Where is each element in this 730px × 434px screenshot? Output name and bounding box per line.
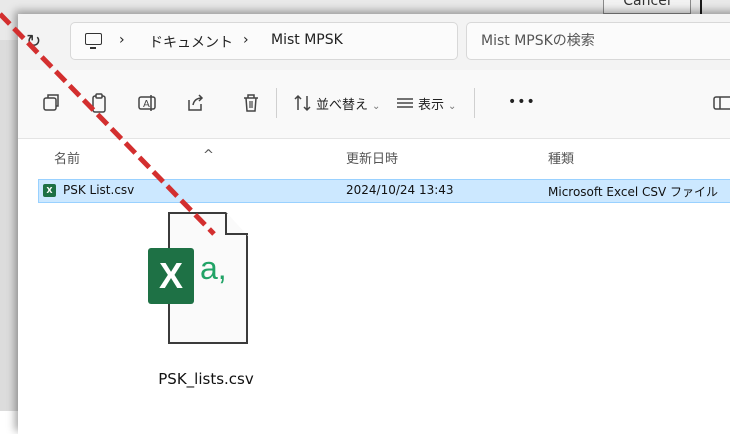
chevron-down-icon: ⌄ xyxy=(372,101,381,112)
address-row: ↻ › ドキュメント › Mist MPSK xyxy=(18,14,730,70)
details-pane-icon[interactable] xyxy=(712,92,730,114)
paste-icon[interactable] xyxy=(88,92,110,114)
address-bar[interactable]: › ドキュメント › Mist MPSK xyxy=(70,22,458,60)
column-header-type[interactable]: 種類 xyxy=(548,148,574,167)
excel-csv-icon: X xyxy=(43,184,56,197)
breadcrumb-documents[interactable]: ドキュメント xyxy=(149,32,233,52)
view-icon[interactable] xyxy=(394,92,416,114)
more-options-button[interactable]: ••• xyxy=(508,94,536,110)
delete-icon[interactable] xyxy=(240,92,262,114)
column-header-row: 名前 ^ 更新日時 種類 xyxy=(18,138,730,174)
view-button[interactable]: 表示 ⌄ xyxy=(418,94,456,113)
file-modified: 2024/10/24 13:43 xyxy=(346,183,454,197)
dragged-file-label[interactable]: PSK_lists.csv xyxy=(136,370,276,388)
breadcrumb-separator-icon: › xyxy=(243,32,249,48)
cancel-button[interactable]: Cancel xyxy=(603,0,691,14)
breadcrumb-separator-icon: › xyxy=(119,32,125,48)
column-header-name[interactable]: 名前 xyxy=(54,148,80,167)
toolbar-divider xyxy=(276,88,277,118)
dragged-csv-file[interactable]: X a, xyxy=(148,210,258,350)
file-row-selected[interactable]: X PSK List.csv 2024/10/24 13:43 Microsof… xyxy=(38,179,730,203)
toolbar-divider xyxy=(474,88,475,118)
sort-label: 並べ替え xyxy=(316,98,369,113)
refresh-icon[interactable]: ↻ xyxy=(26,30,50,54)
rename-icon[interactable]: A xyxy=(136,92,158,114)
sort-caret-icon: ^ xyxy=(203,148,214,163)
search-box[interactable] xyxy=(466,22,730,60)
share-icon[interactable] xyxy=(184,92,206,114)
column-header-modified[interactable]: 更新日時 xyxy=(346,148,398,167)
sort-button[interactable]: 並べ替え ⌄ xyxy=(316,94,380,113)
sort-icon[interactable] xyxy=(292,92,314,114)
search-input[interactable] xyxy=(479,32,723,50)
command-bar: A 並べ替え ⌄ 表示 ⌄ ••• xyxy=(18,70,730,139)
cut-icon[interactable] xyxy=(40,92,62,114)
csv-glyph: a, xyxy=(200,250,227,286)
this-pc-icon[interactable] xyxy=(85,33,102,49)
file-explorer-window: ↻ › ドキュメント › Mist MPSK A 並べ替え⌄ 表示⌄ ••• 名… xyxy=(18,14,730,434)
view-label: 表示 xyxy=(418,98,445,113)
file-type: Microsoft Excel CSV ファイル xyxy=(548,185,719,199)
breadcrumb-mist-mpsk[interactable]: Mist MPSK xyxy=(271,32,343,48)
excel-badge-icon: X xyxy=(148,248,194,304)
page-fold-icon xyxy=(225,213,248,235)
svg-text:A: A xyxy=(143,99,150,110)
chevron-down-icon: ⌄ xyxy=(448,101,457,112)
file-name: PSK List.csv xyxy=(63,183,135,197)
